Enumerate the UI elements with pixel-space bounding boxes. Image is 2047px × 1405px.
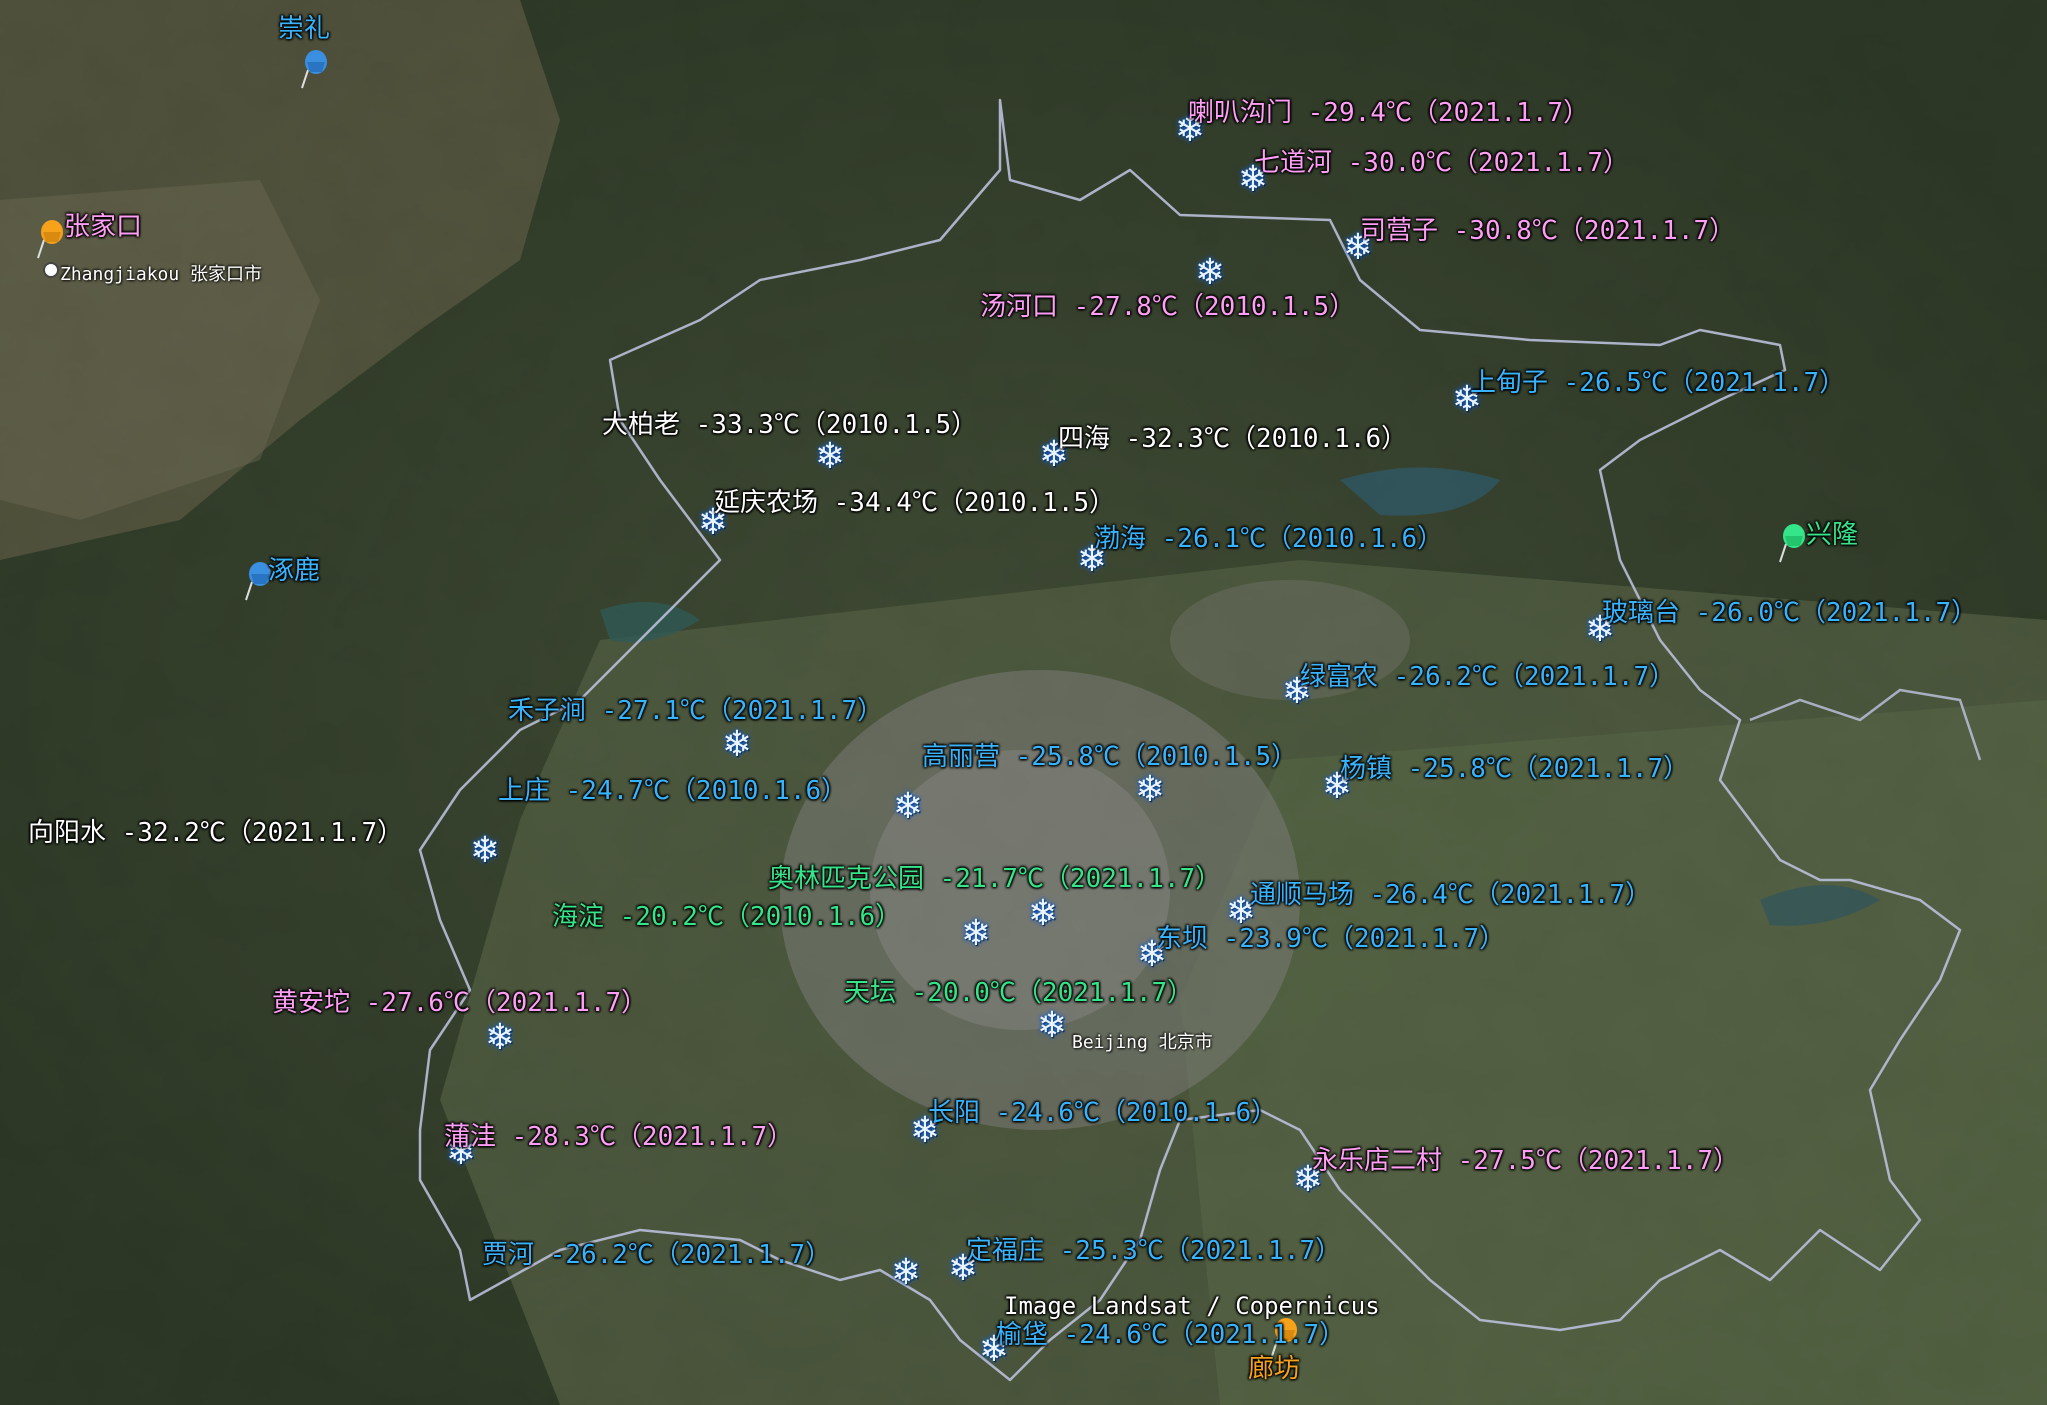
snowflake-icon[interactable]: ❄ bbox=[886, 1253, 926, 1293]
station-label[interactable]: 司营子 -30.8℃（2021.1.7） bbox=[1360, 216, 1735, 246]
snowflake-icon[interactable]: ❄ bbox=[956, 914, 996, 954]
station-label[interactable]: 汤河口 -27.8℃（2010.1.5） bbox=[980, 292, 1355, 322]
station-label[interactable]: 绿富农 -26.2℃（2021.1.7） bbox=[1300, 662, 1675, 692]
snowflake-icon[interactable]: ❄ bbox=[888, 787, 928, 827]
zhangjiakou-pushpin-icon[interactable] bbox=[34, 218, 68, 266]
city-label-zhangjiakou: Zhangjiakou 张家口市 bbox=[60, 264, 263, 285]
chongli-pushpin-icon[interactable] bbox=[298, 48, 332, 96]
snowflake-icon[interactable]: ❄ bbox=[810, 437, 850, 477]
satellite-map[interactable] bbox=[0, 0, 2047, 1405]
station-label[interactable]: 上甸子 -26.5℃（2021.1.7） bbox=[1470, 368, 1845, 398]
station-label[interactable]: 上庄 -24.7℃（2010.1.6） bbox=[498, 776, 847, 806]
snowflake-icon[interactable]: ❄ bbox=[717, 725, 757, 765]
station-label[interactable]: 永乐店二村 -27.5℃（2021.1.7） bbox=[1312, 1146, 1739, 1176]
place-label-xinglong: 兴隆 bbox=[1806, 520, 1859, 550]
station-label[interactable]: 东坝 -23.9℃（2021.1.7） bbox=[1156, 924, 1505, 954]
snowflake-icon[interactable]: ❄ bbox=[1032, 1006, 1072, 1046]
place-label-chongli: 崇礼 bbox=[278, 14, 331, 44]
snowflake-icon[interactable]: ❄ bbox=[1023, 894, 1063, 934]
station-label[interactable]: 四海 -32.3℃（2010.1.6） bbox=[1058, 424, 1407, 454]
station-label[interactable]: 长阳 -24.6℃（2010.1.6） bbox=[928, 1098, 1277, 1128]
station-label[interactable]: 杨镇 -25.8℃（2021.1.7） bbox=[1340, 754, 1689, 784]
station-label[interactable]: 高丽营 -25.8℃（2010.1.5） bbox=[922, 742, 1297, 772]
station-label[interactable]: 海淀 -20.2℃（2010.1.6） bbox=[552, 902, 901, 932]
station-label[interactable]: 大柏老 -33.3℃（2010.1.5） bbox=[602, 410, 977, 440]
snowflake-icon[interactable]: ❄ bbox=[480, 1018, 520, 1058]
station-label[interactable]: 向阳水 -32.2℃（2021.1.7） bbox=[28, 818, 403, 848]
station-label[interactable]: 通顺马场 -26.4℃（2021.1.7） bbox=[1250, 880, 1651, 910]
place-label-langfang: 廊坊 bbox=[1248, 1354, 1301, 1384]
city-label-beijing: Beijing 北京市 bbox=[1072, 1032, 1213, 1053]
station-label[interactable]: 贾河 -26.2℃（2021.1.7） bbox=[482, 1240, 831, 1270]
snowflake-icon[interactable]: ❄ bbox=[1190, 253, 1230, 293]
station-label[interactable]: 七道河 -30.0℃（2021.1.7） bbox=[1254, 148, 1629, 178]
station-label[interactable]: 喇叭沟门 -29.4℃（2021.1.7） bbox=[1188, 98, 1589, 128]
station-label[interactable]: 蒲洼 -28.3℃（2021.1.7） bbox=[444, 1122, 793, 1152]
station-label[interactable]: 延庆农场 -34.4℃（2010.1.5） bbox=[714, 488, 1115, 518]
station-label[interactable]: 天坛 -20.0℃（2021.1.7） bbox=[844, 978, 1193, 1008]
city-dot-icon bbox=[43, 262, 59, 278]
place-label-zhuolu: 涿鹿 bbox=[268, 556, 321, 586]
station-label[interactable]: 黄安坨 -27.6℃（2021.1.7） bbox=[272, 988, 647, 1018]
xinglong-pushpin-icon[interactable] bbox=[1776, 522, 1810, 570]
snowflake-icon[interactable]: ❄ bbox=[465, 831, 505, 871]
place-label-zhangjiakou: 张家口 bbox=[64, 212, 143, 242]
station-label[interactable]: 定福庄 -25.3℃（2021.1.7） bbox=[966, 1236, 1341, 1266]
station-label[interactable]: 玻璃台 -26.0℃（2021.1.7） bbox=[1602, 598, 1977, 628]
snowflake-icon[interactable]: ❄ bbox=[1130, 770, 1170, 810]
imagery-attribution: Image Landsat / Copernicus bbox=[1004, 1292, 1380, 1320]
station-label[interactable]: 榆垡 -24.6℃（2021.1.7） bbox=[996, 1320, 1345, 1350]
station-label[interactable]: 奥林匹克公园 -21.7℃（2021.1.7） bbox=[768, 864, 1221, 894]
station-label[interactable]: 渤海 -26.1℃（2010.1.6） bbox=[1094, 524, 1443, 554]
station-label[interactable]: 禾子涧 -27.1℃（2021.1.7） bbox=[508, 696, 883, 726]
